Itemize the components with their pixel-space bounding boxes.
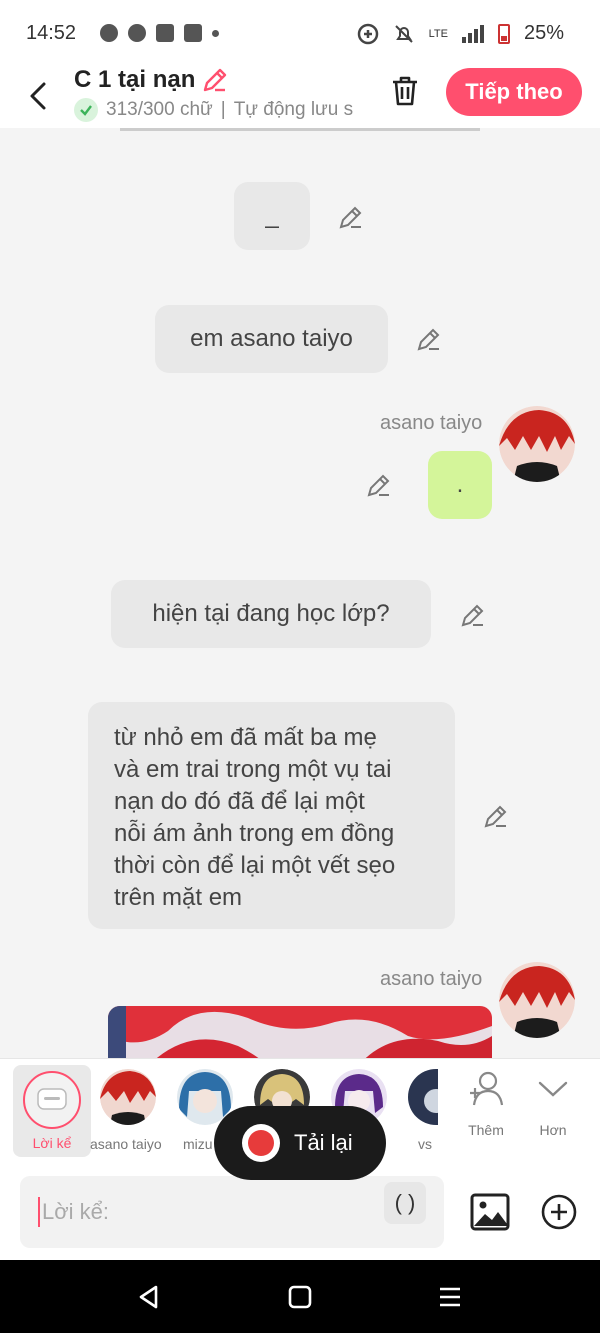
mute-icon xyxy=(394,24,413,43)
missed-call-icon xyxy=(156,24,174,42)
chevron-down-icon xyxy=(538,1081,568,1097)
nav-home-icon[interactable] xyxy=(287,1284,313,1310)
autosave-label: Tự động lưu s xyxy=(233,99,354,120)
shop-icon xyxy=(184,24,202,42)
character-name: asano taiyo xyxy=(380,412,483,434)
character-image-message[interactable] xyxy=(108,1006,492,1058)
character-name-label: asano taiyo xyxy=(90,1136,162,1152)
edit-message-icon[interactable] xyxy=(416,326,442,352)
battery-icon xyxy=(497,23,510,44)
nav-back-icon[interactable] xyxy=(136,1284,162,1310)
next-button[interactable]: Tiếp theo xyxy=(446,68,582,116)
check-icon xyxy=(74,98,98,122)
edit-title-icon[interactable] xyxy=(201,66,229,94)
reload-label: Tải lại xyxy=(294,1130,353,1155)
sync-icon xyxy=(357,23,378,44)
add-icon[interactable] xyxy=(541,1194,577,1230)
trash-icon[interactable] xyxy=(388,74,422,108)
narration-bubble[interactable]: _ xyxy=(234,182,310,250)
editor-header: C 1 tại nạn 313/300 chữ | Tự động lưu s … xyxy=(0,64,600,128)
character-bubble[interactable]: . xyxy=(428,451,492,519)
character-name-label: mizu xyxy=(183,1136,213,1152)
network-label: LTE xyxy=(428,27,448,40)
more-label: Hơn xyxy=(539,1122,567,1138)
reload-button[interactable]: Tải lại xyxy=(214,1106,386,1180)
word-count: 313/300 chữ xyxy=(106,99,213,120)
avatar[interactable] xyxy=(499,406,575,482)
input-placeholder: Lời kể: xyxy=(42,1199,110,1224)
narration-icon xyxy=(37,1088,67,1110)
narration-bubble[interactable]: hiện tại đang học lớp? xyxy=(111,580,431,648)
avatar[interactable] xyxy=(499,962,575,1038)
narrator-label: Lời kể xyxy=(32,1135,72,1151)
text-caret xyxy=(38,1197,40,1227)
chat-area[interactable]: _ em asano taiyo asano taiyo . hiện tại … xyxy=(0,128,600,1058)
save-status: 313/300 chữ | Tự động lưu s xyxy=(74,98,364,122)
parentheses-button[interactable]: ( ) xyxy=(384,1182,426,1224)
battery-level: 25% xyxy=(523,22,564,44)
composer: Lời kể: ( ) xyxy=(0,1166,600,1260)
add-character-label: Thêm xyxy=(468,1122,504,1138)
mangatoon-logo-icon xyxy=(242,1124,280,1162)
back-arrow-icon[interactable] xyxy=(24,74,54,114)
status-bar: 14:52 LTE 25% xyxy=(0,0,600,64)
chapter-title[interactable]: C 1 tại nạn xyxy=(74,66,229,94)
chapter-title-text: C 1 tại nạn xyxy=(74,66,196,93)
edit-message-icon[interactable] xyxy=(366,472,392,498)
character-name-label: vs xyxy=(418,1136,432,1152)
edit-message-icon[interactable] xyxy=(338,204,364,230)
character-name: asano taiyo xyxy=(380,968,483,990)
narration-bubble[interactable]: từ nhỏ em đã mất ba mẹ và em trai trong … xyxy=(88,702,455,929)
more-button[interactable]: Hơn xyxy=(523,1071,583,1138)
messenger-icon xyxy=(100,24,118,42)
narrator-selector[interactable]: Lời kể xyxy=(13,1065,91,1157)
narration-input[interactable]: Lời kể: xyxy=(20,1176,444,1248)
narration-bubble[interactable]: em asano taiyo xyxy=(155,305,388,373)
signal-icon xyxy=(461,24,484,43)
edit-message-icon[interactable] xyxy=(483,803,509,829)
separator: | xyxy=(220,99,226,120)
nav-menu-icon[interactable] xyxy=(437,1284,463,1310)
dot-icon xyxy=(212,29,219,37)
edit-message-icon[interactable] xyxy=(460,602,486,628)
divider xyxy=(120,128,480,131)
system-nav-bar xyxy=(0,1260,600,1333)
add-character-button[interactable]: Thêm xyxy=(456,1071,516,1138)
character-avatar[interactable] xyxy=(408,1069,438,1125)
image-icon[interactable] xyxy=(470,1192,510,1232)
status-time: 14:52 xyxy=(26,22,77,44)
messenger-icon xyxy=(128,24,146,42)
add-person-icon xyxy=(470,1071,504,1106)
character-avatar[interactable] xyxy=(100,1069,156,1125)
